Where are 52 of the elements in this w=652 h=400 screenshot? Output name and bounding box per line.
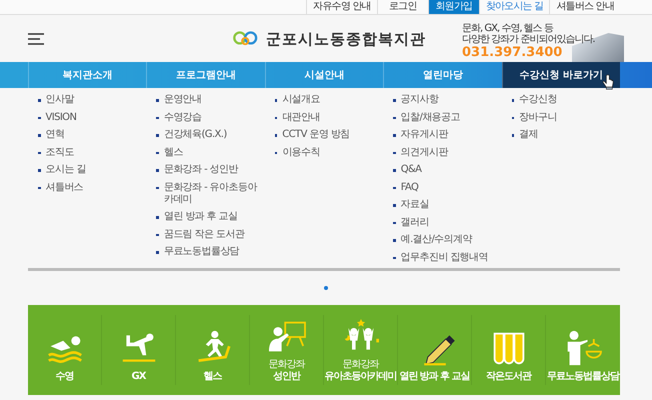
submenu-link[interactable]: 업무추진비 집행내역 xyxy=(400,252,488,264)
pointer-hand-icon xyxy=(602,74,614,90)
submenu-link[interactable]: 열린 방과 후 교실 xyxy=(164,211,238,223)
children-stars-icon xyxy=(344,319,378,350)
top-link[interactable]: 찾아오시는 길 xyxy=(478,0,550,14)
submenu-link[interactable]: 자료실 xyxy=(400,199,429,211)
submenu-link[interactable]: 예.결산/수의계약 xyxy=(400,234,472,246)
menu-icon[interactable] xyxy=(28,32,44,44)
person-scales-icon xyxy=(568,330,602,366)
top-link[interactable]: 셔틀버스 안내 xyxy=(549,0,620,14)
submenu-link[interactable]: 오시는 길 xyxy=(46,164,86,176)
submenu-link[interactable]: 조직도 xyxy=(46,146,74,158)
submenu-link[interactable]: 문화강좌 - 성인반 xyxy=(164,164,238,176)
submenu-link[interactable]: 결제 xyxy=(519,129,538,141)
submenu-link[interactable]: 의견게시판 xyxy=(400,146,448,158)
submenu-link[interactable]: 장바구니 xyxy=(519,112,557,124)
submenu-link[interactable]: 건강체육(G.X.) xyxy=(164,129,227,141)
pager-dot[interactable] xyxy=(324,286,328,290)
submenu-link[interactable]: 꿈드림 작은 도서관 xyxy=(164,228,244,240)
submenu-link[interactable]: 문화강좌 - 유아초등아카데미 xyxy=(164,182,265,206)
submenu-link[interactable]: 갤러리 xyxy=(400,216,429,228)
submenu-link[interactable]: 헬스 xyxy=(164,146,183,158)
submenu-link[interactable]: 공지사항 xyxy=(400,94,438,106)
submenu-link[interactable]: 운영안내 xyxy=(164,94,202,106)
promo-text: 다양한 강좌가 준비되어있습니다. xyxy=(462,34,595,45)
top-link[interactable]: 자유수영 안내 xyxy=(306,0,377,14)
submenu-link[interactable]: 셔틀버스 xyxy=(46,182,84,194)
submenu-link[interactable]: 대관안내 xyxy=(282,112,320,124)
promo-text: 문화, GX, 수영, 헬스 등 xyxy=(462,23,554,34)
nav-tab[interactable]: 수강신청 바로가기 xyxy=(502,62,620,88)
submenu-link[interactable]: 수영강습 xyxy=(164,112,202,124)
submenu-link[interactable]: 이용수칙 xyxy=(282,146,320,158)
treadmill-runner-icon xyxy=(198,330,230,362)
swimmer-icon xyxy=(46,336,82,363)
submenu-link[interactable]: 무료노동법률상담 xyxy=(164,246,240,258)
submenu-link[interactable]: Q&A xyxy=(400,164,422,176)
site-title: 군포시노동종합복지관 xyxy=(266,30,426,49)
teacher-board-icon xyxy=(268,322,306,352)
submenu-link[interactable]: 수강신청 xyxy=(519,94,557,106)
pencil-icon xyxy=(424,335,454,366)
exercise-figure-icon xyxy=(122,334,155,362)
submenu-link[interactable]: 자유게시판 xyxy=(400,129,448,141)
submenu-link[interactable]: FAQ xyxy=(400,182,418,194)
submenu-link[interactable]: 연혁 xyxy=(46,129,64,141)
submenu-link[interactable]: 인사말 xyxy=(46,94,74,106)
test-tubes-icon xyxy=(493,332,524,364)
submenu-link[interactable]: 시설개요 xyxy=(282,94,320,106)
submenu-link[interactable]: VISION xyxy=(46,112,76,124)
phone-number: 031.397.3400 xyxy=(462,45,564,60)
submenu-link[interactable]: CCTV 운영 방침 xyxy=(282,129,350,141)
submenu-link[interactable]: 입찰/채용공고 xyxy=(400,112,460,124)
top-link[interactable]: 회원가입 xyxy=(428,0,479,14)
